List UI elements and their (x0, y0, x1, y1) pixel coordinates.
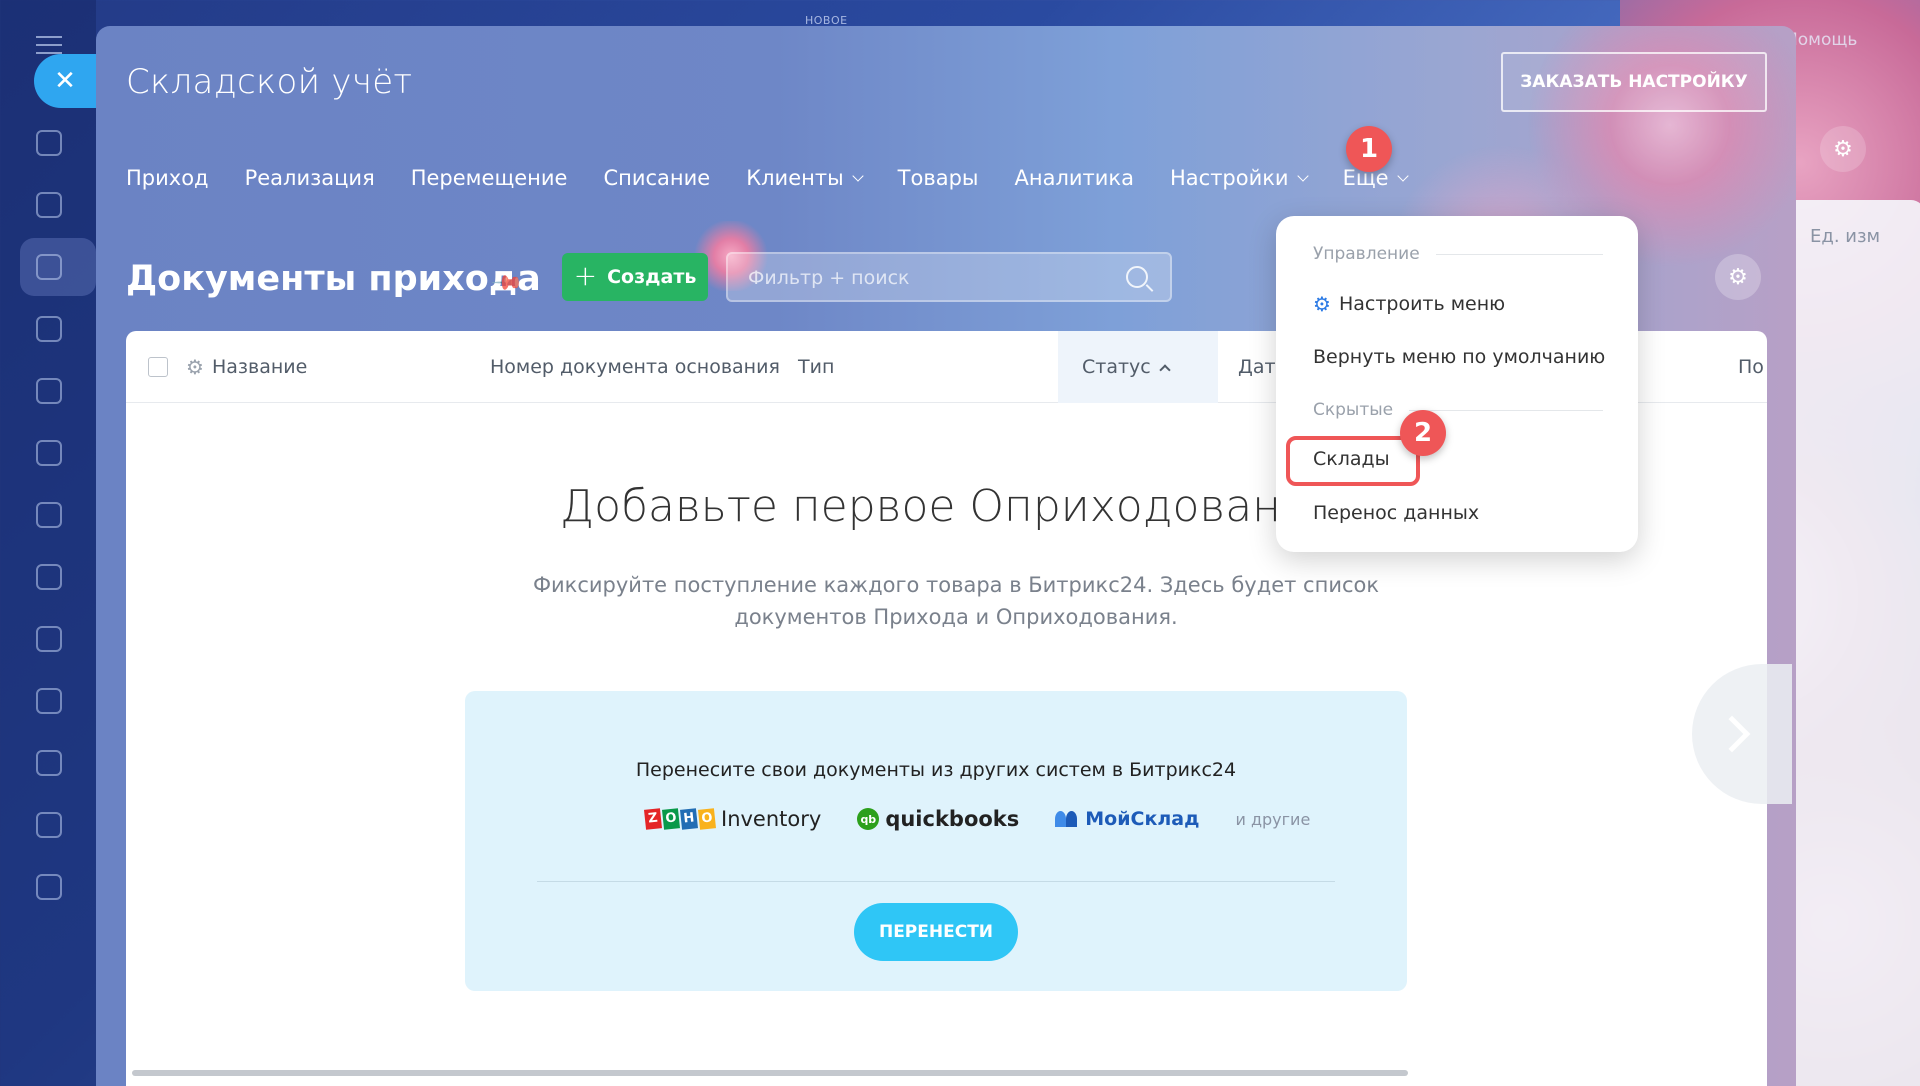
zoho-inventory-logo: Z O H O Inventory (643, 807, 822, 831)
nav-label: Приход (126, 166, 209, 190)
nav-label: Настройки (1169, 166, 1289, 190)
nav-label: Перемещение (410, 166, 568, 190)
cart-icon (36, 502, 62, 528)
migration-banner: Перенесите свои документы из других сист… (465, 691, 1407, 991)
nav-label: Реализация (244, 166, 375, 190)
nav-item-writeoff[interactable]: Списание (603, 166, 710, 190)
nav-item-products[interactable]: Товары (898, 166, 979, 190)
qb-text: quickbooks (885, 807, 1020, 831)
column-type[interactable]: Тип (798, 331, 834, 403)
qb-mark: qb (857, 808, 880, 830)
horizontal-scrollbar[interactable] (132, 1070, 1408, 1076)
create-button[interactable]: + Создать (562, 253, 708, 301)
zoho-letter: Z (643, 808, 663, 830)
gear-icon: ⚙ (1820, 126, 1866, 172)
zoho-letter: H (679, 808, 699, 830)
menu-icon (36, 36, 62, 54)
order-setup-button[interactable]: ЗАКАЗАТЬ НАСТРОЙКУ (1501, 52, 1767, 112)
empty-state-description: Фиксируйте поступление каждого товара в … (532, 573, 1380, 629)
column-more[interactable]: По (1738, 331, 1764, 403)
column-settings-icon[interactable]: ⚙ (186, 331, 204, 403)
moysklad-text: МойСклад (1085, 808, 1200, 830)
gear-icon: ⚙ (1313, 292, 1331, 316)
nav-label: Клиенты (746, 166, 844, 190)
menu-item-configure[interactable]: ⚙ Настроить меню (1313, 292, 1505, 316)
step-badge-2: 2 (1400, 410, 1446, 456)
unit-column-label: Ед. изм (1810, 226, 1881, 247)
column-status-label: Статус (1082, 356, 1151, 378)
inventory-slider: Складской учёт ЗАКАЗАТЬ НАСТРОЙКУ Приход… (96, 26, 1796, 1086)
settings-gear-button[interactable]: ⚙ (1715, 254, 1761, 300)
moysklad-logo: МойСклад (1055, 808, 1199, 830)
moysklad-icon (1055, 811, 1079, 827)
more-dropdown-menu: Управление ⚙ Настроить меню Вернуть меню… (1276, 216, 1638, 552)
section-hidden-label: Скрытые (1313, 400, 1394, 420)
create-label: Создать (607, 266, 697, 288)
migrate-button[interactable]: ПЕРЕНЕСТИ (854, 903, 1018, 961)
nav-item-receipt[interactable]: Приход (126, 166, 209, 190)
target-icon (36, 440, 62, 466)
section-hidden: Скрытые (1313, 400, 1603, 420)
column-date[interactable]: Дат (1238, 331, 1276, 403)
configure-menu-label: Настроить меню (1338, 293, 1506, 315)
robot-icon (36, 688, 62, 714)
filter-search[interactable] (726, 252, 1172, 302)
chart-icon (36, 564, 62, 590)
menu-item-data-transfer[interactable]: Перенос данных (1313, 502, 1479, 524)
sort-ascending-icon (1159, 363, 1171, 376)
warehouses-highlight (1286, 436, 1420, 486)
nav-label: Аналитика (1014, 166, 1134, 190)
nav-item-analytics[interactable]: Аналитика (1015, 166, 1134, 190)
crm-icon (36, 192, 62, 218)
divider (537, 881, 1335, 882)
search-icon[interactable] (1126, 266, 1148, 288)
building-icon (36, 378, 62, 404)
quickbooks-logo: qb quickbooks (857, 807, 1019, 831)
document-icon (36, 812, 62, 838)
close-icon: ✕ (54, 66, 76, 96)
left-sidebar-background (0, 0, 96, 1086)
nav-item-sales[interactable]: Реализация (245, 166, 375, 190)
migration-title: Перенесите свои документы из других сист… (635, 759, 1237, 781)
menu-item-reset[interactable]: Вернуть меню по умолчанию (1313, 346, 1605, 368)
column-status[interactable]: Статус (1058, 331, 1218, 403)
nav-item-clients[interactable]: Клиенты (746, 166, 864, 190)
chevron-right-icon (1713, 715, 1751, 753)
column-base-document-number[interactable]: Номер документа основания (490, 331, 780, 403)
migration-logos: Z O H O Inventory qb quickbooks МойСклад… (643, 807, 1311, 831)
nav-item-settings[interactable]: Настройки (1169, 166, 1309, 190)
select-all-checkbox[interactable] (148, 357, 168, 377)
edit-icon (36, 874, 62, 900)
page-title: Складской учёт (126, 62, 413, 102)
others-label: и другие (1235, 809, 1311, 829)
chevron-down-icon (1296, 170, 1309, 182)
top-navigation: Приход Реализация Перемещение Списание К… (126, 166, 1409, 190)
close-slider-button[interactable]: ✕ (34, 54, 96, 108)
section-manage-label: Управление (1313, 244, 1420, 264)
filter-icon (36, 254, 62, 280)
nav-item-transfer[interactable]: Перемещение (411, 166, 568, 190)
search-input[interactable] (748, 264, 1108, 292)
step-badge-1: 1 (1346, 126, 1392, 172)
tasks-icon (36, 130, 62, 156)
nav-label: Списание (603, 166, 711, 190)
zoho-text: Inventory (721, 807, 822, 831)
section-manage: Управление (1313, 244, 1603, 264)
zoho-letter: O (661, 808, 681, 830)
box-icon (36, 750, 62, 776)
chevron-down-icon (1396, 170, 1409, 182)
calendar-icon (36, 316, 62, 342)
chevron-down-icon (852, 170, 864, 182)
plus-icon: + (573, 258, 598, 292)
column-name[interactable]: Название (212, 331, 307, 403)
documents-title: Документы прихода (126, 259, 541, 299)
card-icon (36, 626, 62, 652)
nav-label: Товары (897, 166, 979, 190)
zoho-letter: O (697, 808, 717, 830)
